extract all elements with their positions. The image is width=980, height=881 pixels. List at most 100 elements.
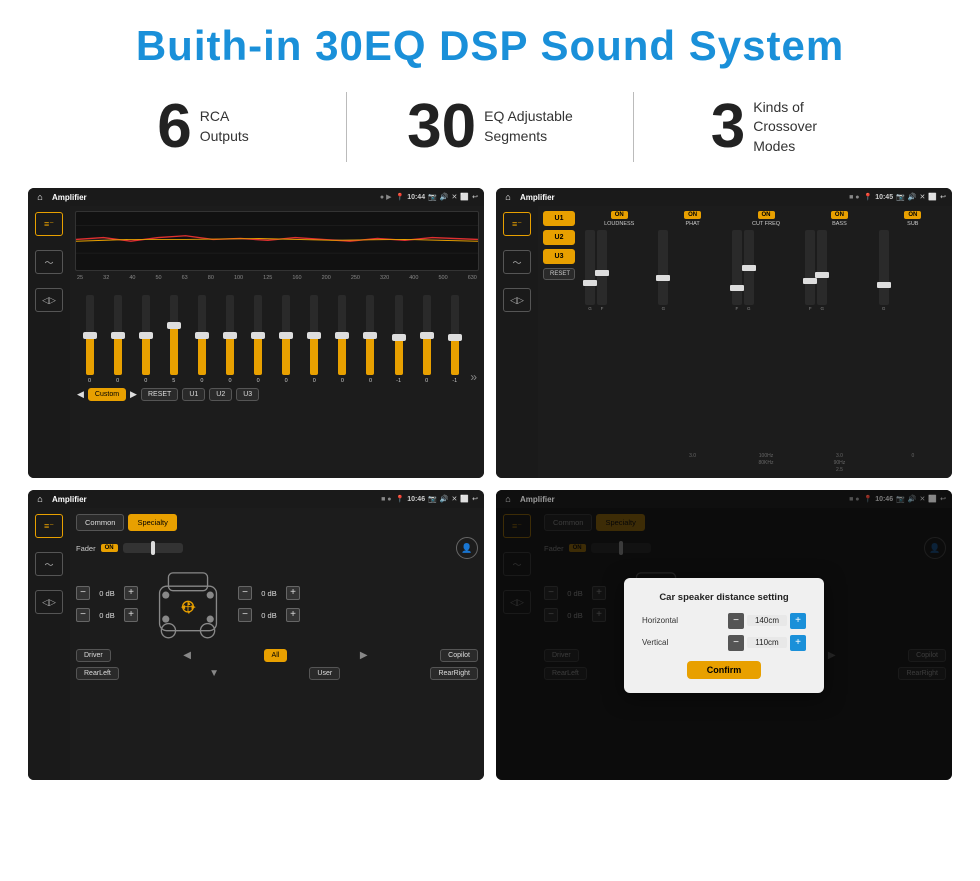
left-top-plus[interactable]: + [124, 586, 138, 600]
specialty-tab[interactable]: Specialty [128, 514, 176, 531]
left-db-controls: − 0 dB + − 0 dB + [76, 586, 138, 622]
speaker-bottom-controls: Driver ◀ All ▶ Copilot [76, 649, 478, 662]
eq-slider-3: 5 [161, 295, 186, 384]
u2-btn[interactable]: U2 [209, 388, 232, 401]
preset-u1[interactable]: U1 [543, 211, 575, 226]
crossover-vol-icon[interactable]: ◁▷ [503, 288, 531, 312]
home-icon-3: ⌂ [34, 493, 46, 505]
screenshots-grid: ⌂ Amplifier ● ▶ 📍 10:44 📷🔊✕⬜↩ ≡⁻ 〜 ◁▷ [0, 180, 980, 788]
eq-sidebar-eq-icon[interactable]: ≡⁻ [35, 212, 63, 236]
custom-btn[interactable]: Custom [88, 388, 126, 401]
user-btn[interactable]: User [309, 667, 340, 680]
speaker-status-bar: ⌂ Amplifier ■ ● 📍 10:46 📷🔊✕⬜↩ [28, 490, 484, 508]
driver-btn[interactable]: Driver [76, 649, 111, 662]
eq-sidebar: ≡⁻ 〜 ◁▷ [28, 206, 70, 478]
eq-sliders: 0 0 0 5 0 [75, 284, 479, 384]
common-tab[interactable]: Common [76, 514, 124, 531]
crossover-reset[interactable]: RESET [543, 268, 575, 280]
left-bottom-value: 0 dB [93, 611, 121, 620]
crossover-eq-icon[interactable]: ≡⁻ [503, 212, 531, 236]
u3-btn[interactable]: U3 [236, 388, 259, 401]
reset-btn[interactable]: RESET [141, 388, 178, 401]
bass-channel: F G [805, 230, 873, 451]
speaker-tabs: Common Specialty [76, 514, 478, 531]
bass-on[interactable]: ON [831, 211, 848, 219]
u1-btn[interactable]: U1 [182, 388, 205, 401]
eq-sidebar-wave-icon[interactable]: 〜 [35, 250, 63, 274]
all-btn[interactable]: All [264, 649, 288, 662]
horizontal-plus[interactable]: + [790, 613, 806, 629]
page-title: Buith-in 30EQ DSP Sound System [0, 0, 980, 84]
eq-slider-9: 0 [330, 295, 355, 384]
svg-text:▶: ▶ [192, 604, 196, 610]
horizontal-value: 140cm [747, 615, 787, 626]
eq-slider-0: 0 [77, 295, 102, 384]
stat-crossover-label: Kinds of Crossover Modes [753, 98, 843, 157]
next-icon[interactable]: ▶ [130, 389, 137, 400]
left-top-value: 0 dB [93, 589, 121, 598]
stats-row: 6 RCA Outputs 30 EQ Adjustable Segments … [0, 84, 980, 180]
rearright-btn[interactable]: RearRight [430, 667, 478, 680]
copilot-btn[interactable]: Copilot [440, 649, 478, 662]
expand-icon[interactable]: » [470, 370, 477, 384]
home-icon: ⌂ [34, 191, 46, 203]
confirm-button[interactable]: Confirm [687, 661, 762, 679]
loudness-on[interactable]: ON [611, 211, 628, 219]
right-bottom-minus[interactable]: − [238, 608, 252, 622]
right-bottom-plus[interactable]: + [286, 608, 300, 622]
rearleft-btn[interactable]: RearLeft [76, 667, 119, 680]
eq-slider-1: 0 [105, 295, 130, 384]
stat-crossover-number: 3 [711, 96, 745, 158]
crossover-main-panel: U1 U2 U3 RESET ON LOUDNESS ON [538, 206, 952, 478]
vertical-plus[interactable]: + [790, 635, 806, 651]
svg-text:◀: ◀ [181, 604, 185, 610]
eq-sidebar-vol-icon[interactable]: ◁▷ [35, 288, 63, 312]
left-bottom-plus[interactable]: + [124, 608, 138, 622]
speaker-config-icon[interactable]: 👤 [456, 537, 478, 559]
prev-icon[interactable]: ◀ [77, 389, 84, 400]
eq-slider-13: -1 [442, 295, 467, 384]
eq-freq-labels: 2532405063 80100125160200 25032040050063… [75, 275, 479, 281]
crossover-presets: U1 U2 U3 RESET [543, 211, 575, 473]
preset-u2[interactable]: U2 [543, 230, 575, 245]
fader-track[interactable] [123, 543, 183, 553]
stat-eq-number: 30 [407, 96, 476, 158]
left-bottom-minus[interactable]: − [76, 608, 90, 622]
cutfreq-on[interactable]: ON [758, 211, 775, 219]
phat-on[interactable]: ON [684, 211, 701, 219]
crossover-status-icons: 📍 10:45 📷🔊✕⬜↩ [863, 193, 946, 201]
horizontal-row: Horizontal − 140cm + [642, 613, 806, 629]
crossover-wave-icon[interactable]: 〜 [503, 250, 531, 274]
vertical-row: Vertical − 110cm + [642, 635, 806, 651]
sub-on[interactable]: ON [904, 211, 921, 219]
dialog-overlay: Car speaker distance setting Horizontal … [496, 490, 952, 780]
speaker-vol-icon[interactable]: ◁▷ [35, 590, 63, 614]
fader-label: Fader [76, 544, 96, 553]
horizontal-minus[interactable]: − [728, 613, 744, 629]
right-top-minus[interactable]: − [238, 586, 252, 600]
preset-u3[interactable]: U3 [543, 249, 575, 264]
right-top-db: − 0 dB + [238, 586, 300, 600]
crossover-sidebar: ≡⁻ 〜 ◁▷ [496, 206, 538, 478]
eq-status-bar: ⌂ Amplifier ● ▶ 📍 10:44 📷🔊✕⬜↩ [28, 188, 484, 206]
eq-slider-2: 0 [133, 295, 158, 384]
left-top-minus[interactable]: − [76, 586, 90, 600]
svg-text:▼: ▼ [186, 610, 191, 616]
stat-eq-label: EQ Adjustable Segments [484, 107, 573, 146]
cutfreq-channel: F G [732, 230, 800, 451]
vertical-minus[interactable]: − [728, 635, 744, 651]
crossover-freq-row: 3.0 100Hz80KHz 3.090Hz2.5 0 [585, 453, 947, 473]
dialog-title: Car speaker distance setting [642, 592, 806, 603]
right-bottom-db: − 0 dB + [238, 608, 300, 622]
stat-rca-label: RCA Outputs [200, 107, 249, 146]
speaker-screen: ⌂ Amplifier ■ ● 📍 10:46 📷🔊✕⬜↩ ≡⁻ 〜 ◁▷ Co… [28, 490, 484, 780]
eq-main-panel: 2532405063 80100125160200 25032040050063… [70, 206, 484, 478]
crossover-status-bar: ⌂ Amplifier ■ ● 📍 10:45 📷🔊✕⬜↩ [496, 188, 952, 206]
right-top-value: 0 dB [255, 589, 283, 598]
speaker-wave-icon[interactable]: 〜 [35, 552, 63, 576]
fader-on-badge[interactable]: ON [101, 544, 118, 552]
right-top-plus[interactable]: + [286, 586, 300, 600]
car-diagram: ◀ ▶ ▲ ▼ [143, 564, 233, 644]
eq-slider-11: -1 [386, 295, 411, 384]
speaker-eq-icon[interactable]: ≡⁻ [35, 514, 63, 538]
